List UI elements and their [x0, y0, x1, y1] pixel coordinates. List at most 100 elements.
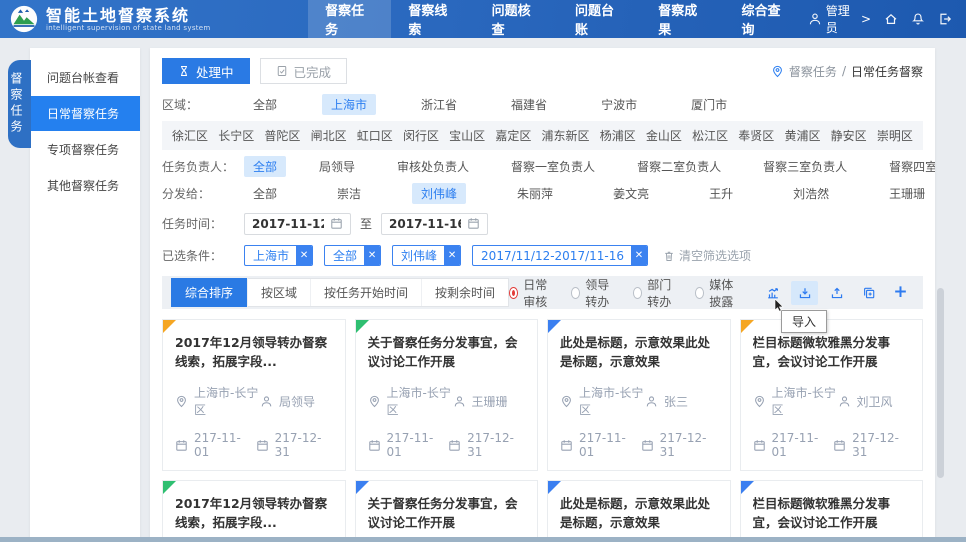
nav-item-supervision-results[interactable]: 督察成果	[641, 0, 724, 38]
district-option[interactable]: 虹口区	[357, 127, 393, 144]
nav-item-problem-ledger[interactable]: 问题台账	[558, 0, 641, 38]
radio-department-transfer[interactable]: 部门转办	[633, 276, 682, 310]
leader-option[interactable]: 督察三室负责人	[754, 156, 856, 177]
task-card[interactable]: 此处是标题，示意效果此处是标题，示意效果 上海市-长宁区 张三 217-11-0…	[547, 480, 731, 542]
region-option[interactable]: 厦门市	[682, 94, 736, 115]
district-option[interactable]: 浦东新区	[542, 127, 590, 144]
leader-option-selected[interactable]: 全部	[244, 156, 286, 177]
add-button[interactable]: +	[887, 281, 914, 305]
export-button[interactable]	[823, 281, 850, 305]
time-label: 任务时间：	[162, 215, 244, 232]
distributee-option[interactable]: 王珊珊	[880, 183, 934, 204]
region-option[interactable]: 宁波市	[592, 94, 646, 115]
district-option[interactable]: 静安区	[831, 127, 867, 144]
task-card[interactable]: 2017年12月领导转办督察线索，拓展字段... 上海市-长宁区 局领导 217…	[162, 480, 346, 542]
date-to-input[interactable]	[389, 217, 461, 231]
radio-daily-review[interactable]: 日常审核	[509, 276, 558, 310]
distributee-option[interactable]: 全部	[244, 183, 286, 204]
distributee-option[interactable]: 刘浩然	[784, 183, 838, 204]
chip-close-icon[interactable]: ✕	[296, 245, 312, 266]
sidebar-item-special-tasks[interactable]: 专项督察任务	[30, 132, 140, 167]
sort-by-start-time[interactable]: 按任务开始时间	[311, 279, 422, 306]
leader-option[interactable]: 审核处负责人	[388, 156, 478, 177]
card-person: 王珊珊	[472, 393, 508, 410]
card-title: 2017年12月领导转办督察线索，拓展字段...	[175, 494, 333, 532]
user-menu[interactable]: 管理员 >	[808, 2, 871, 36]
leader-label: 任务负责人：	[162, 158, 244, 175]
chip-close-icon[interactable]: ✕	[444, 245, 460, 266]
sidebar-item-other-tasks[interactable]: 其他督察任务	[30, 168, 140, 203]
leader-option[interactable]: 督察四室负责人	[880, 156, 935, 177]
calendar-icon[interactable]	[330, 217, 343, 230]
task-card[interactable]: 此处是标题，示意效果此处是标题，示意效果 上海市-长宁区 张三 217-11-0…	[547, 319, 731, 471]
filter-row-selected: 已选条件： 上海市 ✕ 全部 ✕ 刘伟峰 ✕ 2017/11/12-2017/1…	[162, 242, 923, 269]
chip-close-icon[interactable]: ✕	[364, 245, 380, 266]
sidebar: 问题台帐查看 日常督察任务 专项督察任务 其他督察任务	[30, 48, 140, 542]
copy-icon	[862, 286, 876, 300]
district-option[interactable]: 黄浦区	[784, 127, 820, 144]
region-option[interactable]: 浙江省	[412, 94, 466, 115]
plus-icon: +	[893, 284, 907, 301]
calendar-icon[interactable]	[467, 217, 480, 230]
district-option[interactable]: 徐汇区	[172, 127, 208, 144]
radio-leader-transfer[interactable]: 领导转办	[571, 276, 620, 310]
district-option[interactable]: 普陀区	[264, 127, 300, 144]
sort-comprehensive[interactable]: 综合排序	[171, 278, 248, 307]
location-pin-icon	[368, 395, 381, 408]
district-option[interactable]: 闵行区	[403, 127, 439, 144]
sidebar-item-daily-tasks[interactable]: 日常督察任务	[30, 96, 140, 131]
task-card[interactable]: 关于督察任务分发事宜，会议讨论工作开展 上海市-长宁区 王珊珊 217-11-0…	[355, 319, 539, 471]
nav-item-comprehensive-query[interactable]: 综合查询	[724, 0, 807, 38]
card-end-date: 217-12-31	[275, 431, 333, 459]
date-to-field[interactable]	[381, 213, 488, 235]
card-title: 此处是标题，示意效果此处是标题，示意效果	[560, 333, 718, 371]
distributee-option-selected[interactable]: 刘伟峰	[412, 183, 466, 204]
nav-item-supervision-tasks[interactable]: 督察任务	[308, 0, 391, 38]
vertical-scrollbar[interactable]	[937, 288, 944, 478]
district-option[interactable]: 杨浦区	[600, 127, 636, 144]
region-option[interactable]: 全部	[244, 94, 286, 115]
home-icon[interactable]	[884, 12, 898, 26]
chip-label: 2017/11/12-2017/11-16	[481, 249, 624, 263]
region-option-selected[interactable]: 上海市	[322, 94, 376, 115]
district-option[interactable]: 嘉定区	[495, 127, 531, 144]
task-card[interactable]: 关于督察任务分发事宜，会议讨论工作开展 上海市-长宁区 王珊珊 217-11-0…	[355, 480, 539, 542]
clear-filters-button[interactable]: 清空筛选选项	[663, 247, 751, 264]
sort-by-remaining-time[interactable]: 按剩余时间	[422, 279, 508, 306]
sidebar-item-ledger-view[interactable]: 问题台帐查看	[30, 60, 140, 95]
date-from-field[interactable]	[244, 213, 351, 235]
distributee-option[interactable]: 姜文亮	[604, 183, 658, 204]
leader-option[interactable]: 督察二室负责人	[628, 156, 730, 177]
radio-media-disclosure[interactable]: 媒体披露	[695, 276, 744, 310]
distributee-option[interactable]: 崇洁	[328, 183, 370, 204]
district-option[interactable]: 宝山区	[449, 127, 485, 144]
logout-icon[interactable]	[938, 12, 952, 26]
region-option[interactable]: 福建省	[502, 94, 556, 115]
leader-option[interactable]: 督察一室负责人	[502, 156, 604, 177]
sort-by-region[interactable]: 按区域	[248, 279, 311, 306]
bell-icon[interactable]	[911, 12, 925, 26]
district-option[interactable]: 金山区	[646, 127, 682, 144]
district-option[interactable]: 奉贤区	[738, 127, 774, 144]
copy-button[interactable]	[855, 281, 882, 305]
card-title: 关于督察任务分发事宜，会议讨论工作开展	[368, 494, 526, 532]
date-from-input[interactable]	[252, 217, 324, 231]
import-button[interactable]: 导入	[791, 281, 818, 305]
chip-close-icon[interactable]: ✕	[631, 245, 647, 266]
tab-completed[interactable]: 已完成	[260, 58, 348, 84]
district-option[interactable]: 闸北区	[311, 127, 347, 144]
task-card[interactable]: 2017年12月领导转办督察线索，拓展字段... 上海市-长宁区 局领导 217…	[162, 319, 346, 471]
tab-processing[interactable]: 处理中	[162, 58, 250, 84]
district-option[interactable]: 长宁区	[218, 127, 254, 144]
distributee-option[interactable]: 朱丽萍	[508, 183, 562, 204]
sidebar-vertical-tab[interactable]: 督察任务	[8, 60, 31, 148]
leader-option[interactable]: 局领导	[310, 156, 364, 177]
district-option[interactable]: 崇明区	[877, 127, 913, 144]
district-option[interactable]: 松江区	[692, 127, 728, 144]
nav-item-supervision-clues[interactable]: 督察线索	[391, 0, 474, 38]
distributee-option[interactable]: 王升	[700, 183, 742, 204]
task-card[interactable]: 栏目标题微软雅黑分发事宜，会议讨论工作开展 上海市-长宁区 刘卫风 217-11…	[740, 480, 924, 542]
nav-item-problem-check[interactable]: 问题核查	[475, 0, 558, 38]
breadcrumb-root[interactable]: 督察任务	[789, 63, 837, 80]
task-card[interactable]: 栏目标题微软雅黑分发事宜，会议讨论工作开展 上海市-长宁区 刘卫风 217-11…	[740, 319, 924, 471]
